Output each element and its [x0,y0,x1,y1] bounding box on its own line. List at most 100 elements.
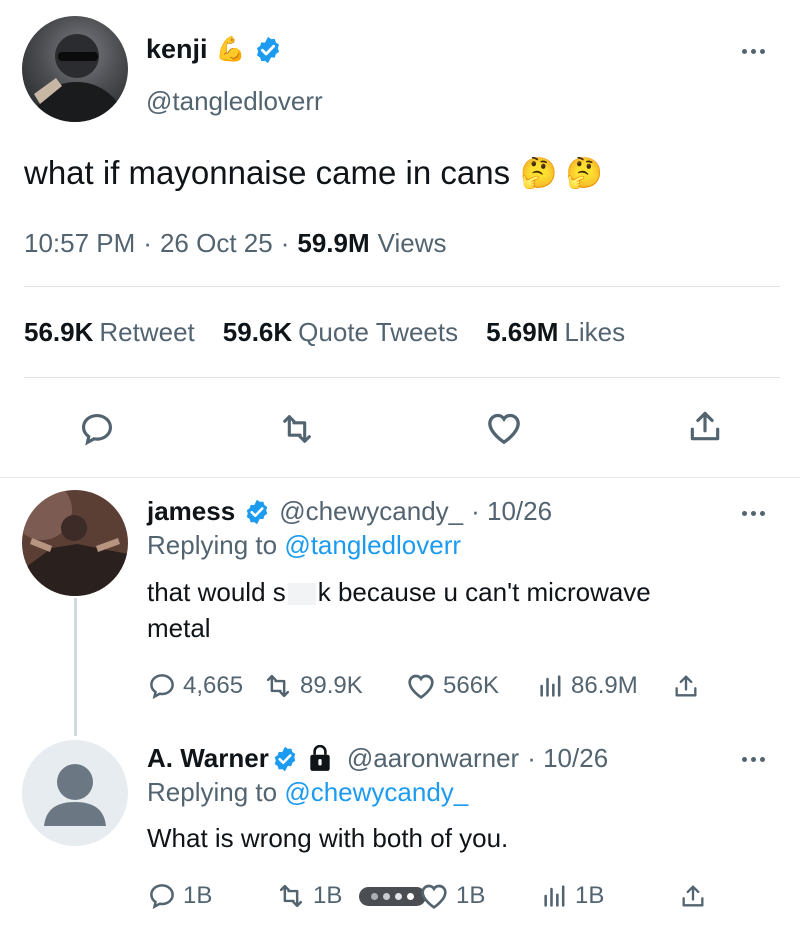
engagement-stats: 56.9K Retweet 59.6K Quote Tweets 5.69M Like… [24,317,625,348]
reply-header: jamess @chewycandy_ · 10/26 [147,496,552,527]
more-options-icon[interactable] [742,508,770,518]
share-icon [682,885,704,907]
quotes-stat[interactable]: 59.6K Quote Tweets [223,317,458,348]
reply-icon [150,884,174,910]
tweet-meta: 10:57 PM · 26 Oct 25 · 59.9M Views [24,228,447,259]
retweet-button[interactable]: 1B [275,881,359,911]
share-button[interactable] [679,881,707,911]
reply-text-part: metal [147,613,211,643]
views-button[interactable]: 1B [541,881,679,911]
default-profile-icon [44,764,106,826]
heart-icon [408,674,434,699]
heart-icon [488,413,520,445]
author-handle[interactable]: @tangledloverr [146,86,323,117]
reply-text: that would sk because u can't microwave … [147,574,767,646]
avatar[interactable] [22,490,128,596]
thread-line [74,598,77,736]
tweet-text: what if mayonnaise came in cans 🤔 🤔 [24,154,603,192]
more-options-icon[interactable] [742,46,770,56]
replying-to: Replying to @chewycandy_ [147,777,468,808]
reply-text-part: k because u can't microwave [317,577,651,607]
reply-text-part: that would s [147,577,286,607]
quotes-count: 59.6K [222,317,293,347]
retweet-count: 89.9K [300,672,363,699]
avatar[interactable] [22,16,128,122]
typing-indicator [359,886,426,906]
reply-actions: 1B 1B 1B 1B [147,880,707,912]
reply-header: A. Warner @aaronwarner · 10/26 [147,743,608,774]
avatar[interactable] [22,740,128,846]
retweets-count: 56.9K [24,317,94,347]
retweets-stat[interactable]: 56.9K Retweet [24,317,195,348]
views-count: 59.9M [297,228,370,258]
reply-text: What is wrong with both of you. [147,823,509,853]
tweet-date[interactable]: 26 Oct 25 [160,228,273,259]
share-button[interactable] [686,406,724,446]
like-button[interactable] [484,408,524,448]
verified-badge-icon [243,498,271,526]
analytics-icon [544,885,565,907]
tweet-body: what if mayonnaise came in cans [24,154,511,191]
like-count: 566K [443,672,500,699]
retweet-button[interactable] [277,410,317,448]
likes-stat[interactable]: 5.69M Likes [486,317,625,348]
replying-to-label: Replying to [147,777,278,807]
replying-to-label: Replying to [147,530,278,560]
reply-button[interactable]: 4,665 [147,671,262,701]
more-options-icon[interactable] [742,754,770,764]
lock-icon [307,744,333,773]
reply-date[interactable]: · 10/26 [527,743,608,774]
reply-button[interactable] [78,410,116,448]
like-button[interactable]: 1B [359,880,541,912]
profile-photo [32,34,128,122]
section-separator [0,477,800,478]
replying-to-link[interactable]: @tangledloverr [284,530,461,560]
reply-count: 1B [183,882,213,909]
tweet-time[interactable]: 10:57 PM [24,228,135,259]
retweets-label: Retweet [99,317,195,347]
share-icon [675,675,697,697]
replying-to-link[interactable]: @chewycandy_ [284,777,468,807]
thinking-face-emoji: 🤔 🤔 [520,156,604,190]
reply-author-handle[interactable]: @aaronwarner [347,743,519,774]
quotes-label: Quote Tweets [298,317,459,347]
separator-dot: · [280,228,290,258]
reply-button[interactable]: 1B [147,881,275,911]
share-button[interactable] [672,671,700,701]
retweet-icon [283,415,311,443]
like-button[interactable]: 566K [405,670,537,702]
analytics-icon [540,675,561,697]
verified-badge-icon [253,35,283,65]
likes-label: Likes [564,317,626,347]
reply-author-name[interactable]: A. Warner [147,743,269,774]
reply-actions: 4,665 89.9K 566K 86.9M [147,670,700,702]
views-label: Views [377,228,447,258]
reply-icon [150,674,174,700]
views-count: 86.9M [571,672,638,699]
retweet-button[interactable]: 89.9K [262,671,405,701]
replying-to: Replying to @tangledloverr [147,530,461,561]
heart-icon [421,884,447,909]
reply-count: 4,665 [183,672,244,699]
flexed-biceps-emoji: 💪 [215,36,246,63]
author-name[interactable]: kenji [146,34,208,65]
like-count: 1B [456,882,486,909]
separator-dot: · [143,228,152,258]
share-icon [690,411,720,441]
reply-date[interactable]: · 10/26 [471,496,552,527]
reply-icon [81,413,113,446]
retweet-icon [266,674,290,698]
reply-author-handle[interactable]: @chewycandy_ [279,496,463,527]
retweet-count: 1B [313,882,343,909]
reply-author-name[interactable]: jamess [147,496,235,527]
divider [24,286,780,287]
profile-photo [22,490,128,596]
censor-block [287,583,316,606]
author-row: kenji 💪 [146,34,283,65]
verified-badge-icon [271,745,299,773]
views-button[interactable]: 86.9M [537,671,672,701]
views-count: 1B [575,882,605,909]
divider [24,377,780,378]
likes-count: 5.69M [486,317,559,347]
retweet-icon [279,884,303,908]
